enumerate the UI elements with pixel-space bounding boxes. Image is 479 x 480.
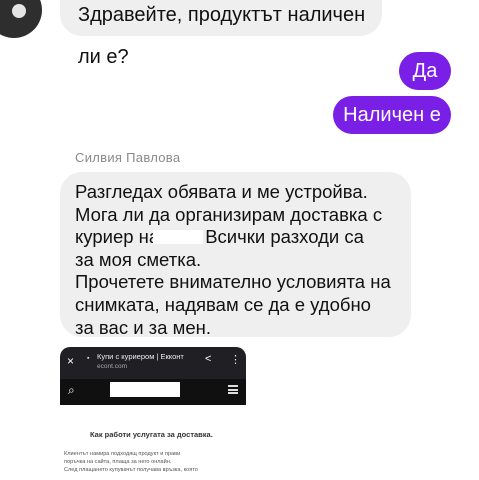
contact-avatar[interactable] [0,0,42,38]
sender-name: Силвия Павлова [75,150,181,165]
image-attachment[interactable]: × ▪ Купи с куриером | Екконт econt.com <… [60,347,246,480]
redaction-mark [110,382,180,397]
message-line: за вас и за мен. [75,316,211,338]
attachment-body: Клиентът намира подходящ продукт и прави… [60,450,246,474]
attachment-body-line: След плащането купувачът получава връзка… [64,467,198,473]
search-icon: ⌕ [68,383,75,397]
message-fragment: куриер на [75,226,160,248]
attachment-body-line: поръчка на сайта, плаща за него онлайн. [64,459,172,465]
outgoing-message-bubble[interactable]: Да [399,52,451,90]
message-line: куриер на Всички разходи са [75,226,397,249]
avatar-highlight [12,4,26,18]
message-line: Прочетете внимателно условията на [75,271,391,293]
outgoing-message-text: Наличен е [343,104,441,126]
hamburger-menu-icon [228,385,238,394]
close-icon: × [67,354,75,368]
attachment-heading: Как работи услугата за доставка. [90,430,213,439]
message-line: Разгледах обявата и ме устройва. [75,181,368,202]
outgoing-message-text: Да [412,60,438,82]
site-header-bar: ⌕ [60,379,246,405]
message-line: снимката, надявам се да е удобно [75,293,371,315]
incoming-long-message-bubble[interactable]: Разгледах обявата и ме устройва. Мога ли… [60,172,411,338]
menu-dots-icon: ⋮ [230,354,241,366]
browser-url: econt.com [97,363,127,370]
message-fragment: Всички разходи са [205,226,364,248]
browser-page-title: Купи с куриером | Екконт [97,352,184,361]
incoming-message-bubble[interactable]: Здравейте, продуктът наличен ли е? [60,0,382,68]
message-line: Мога ли да организирам доставка с [75,203,383,225]
outgoing-message-bubble[interactable]: Наличен е [333,96,451,134]
lock-icon: ▪ [87,355,90,362]
share-icon: < [205,353,212,365]
message-line: за моя сметка. [75,248,202,270]
redaction-mark [153,230,204,245]
browser-toolbar: × ▪ Купи с куриером | Екконт econt.com <… [60,347,246,379]
incoming-message-text: Здравейте, продуктът наличен ли е? [78,4,366,68]
attachment-body-line: Клиентът намира подходящ продукт и прави [64,451,181,457]
